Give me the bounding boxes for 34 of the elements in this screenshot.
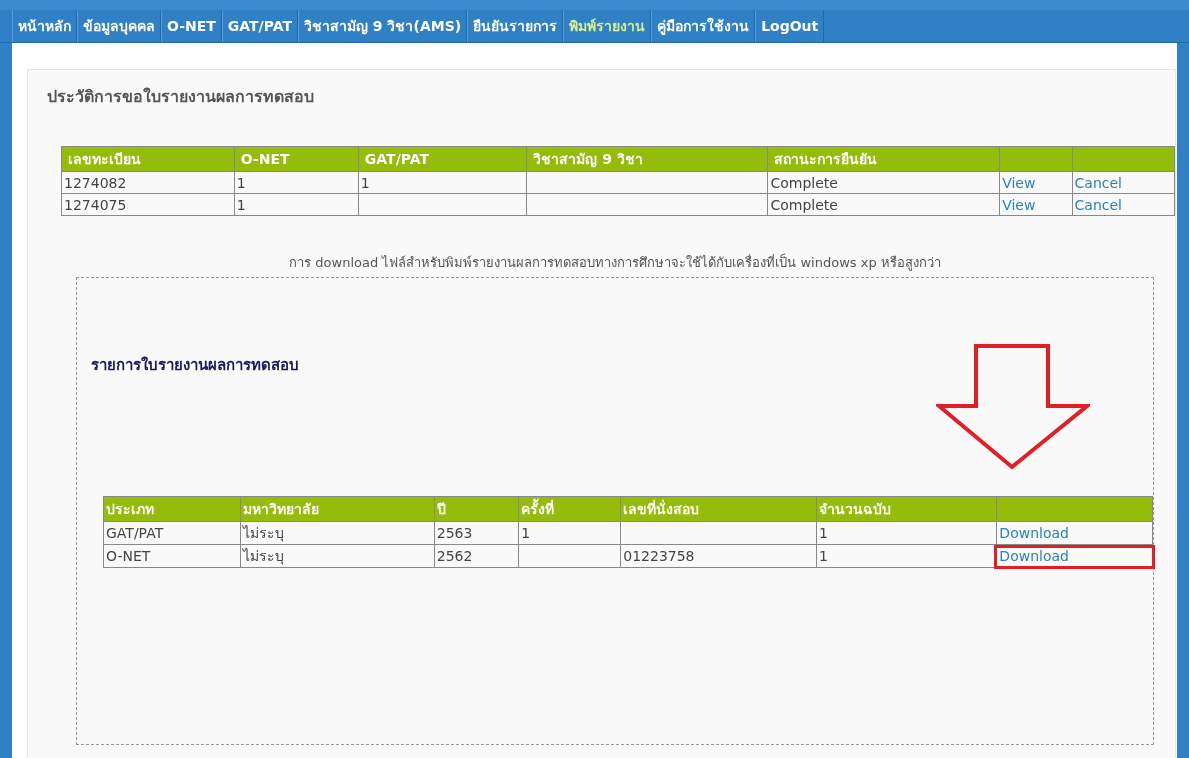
column-header: เลขที่นั่งสอบ [620, 496, 817, 522]
column-header: ประเภท [103, 496, 241, 522]
column-header: วิชาสามัญ 9 วิชา [526, 146, 768, 172]
table-cell: ไม่ระบุ [240, 544, 435, 568]
table-cell: 1 [816, 521, 997, 545]
menu-item[interactable]: คู่มือการใช้งาน [651, 10, 756, 42]
column-header: เลขทะเบียน [61, 146, 235, 172]
table-cell: GAT/PAT [103, 521, 241, 545]
table-cell: 01223758 [620, 544, 817, 568]
menu-item[interactable]: O-NET [161, 10, 222, 42]
table-cell: 1 [358, 171, 527, 194]
menu-item[interactable]: LogOut [755, 10, 825, 42]
menu-item[interactable]: GAT/PAT [221, 10, 298, 42]
column-header: ปี [434, 496, 519, 522]
column-header: จำนวนฉบับ [816, 496, 997, 522]
menu-item[interactable]: พิมพ์รายงาน [563, 10, 652, 42]
column-header: GAT/PAT [358, 146, 527, 172]
table-cell: Complete [767, 193, 1000, 216]
section-title: รายการใบรายงานผลการทดสอบ [91, 355, 300, 376]
note-text: การ download ไฟล์สำหรับพิมพ์รายงานผลการทดสอบทางการศึกษาจะใช้ได้กับเครื่องที่เป็น windows xp หรือสูงกว่า [288, 252, 942, 273]
column-header: สถานะการยืนยัน [767, 146, 1000, 172]
section-title: ประวัติการขอใบรายงานผลการทดสอบ [47, 86, 315, 108]
table-cell: O-NET [103, 544, 241, 568]
table-cell: Complete [767, 171, 1000, 194]
column-header: มหาวิทยาลัย [240, 496, 435, 522]
column-header: ครั้งที่ [518, 496, 621, 522]
menu-item[interactable]: วิชาสามัญ 9 วิชา(AMS) [298, 10, 468, 42]
menu-item[interactable]: ยืนยันรายการ [467, 10, 564, 42]
table-cell: 1274075 [61, 193, 235, 216]
table-cell: ไม่ระบุ [240, 521, 435, 545]
table-cell: 1274082 [61, 171, 235, 194]
menu-item[interactable]: ข้อมูลบุคคล [77, 10, 161, 42]
menu-item[interactable]: หน้าหลัก [12, 10, 77, 42]
column-header: O-NET [234, 146, 359, 172]
